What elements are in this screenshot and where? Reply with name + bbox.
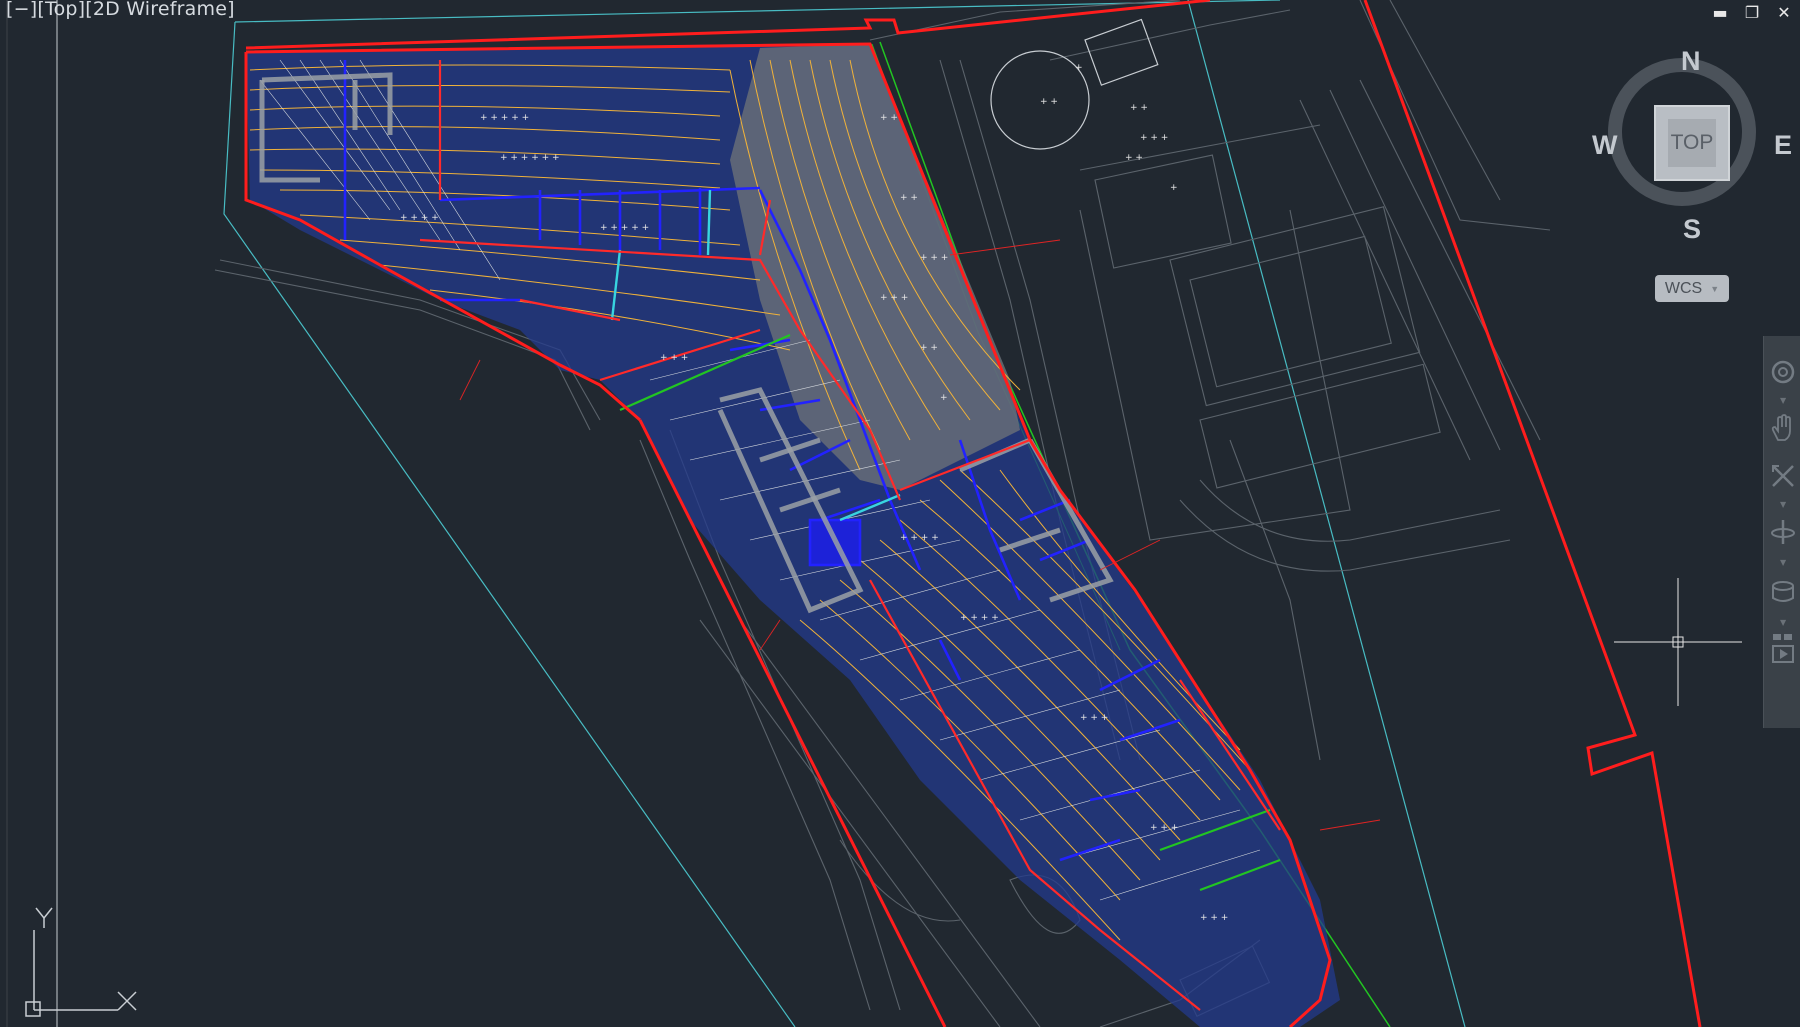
compass-west[interactable]: W xyxy=(1592,130,1617,161)
svg-text:+ +: + + xyxy=(1040,97,1058,107)
svg-text:+ + +: + + + xyxy=(1200,913,1228,923)
ucs-menu-label: WCS xyxy=(1664,279,1703,297)
viewcube-top-face[interactable]: TOP xyxy=(1654,105,1730,181)
crosshair-cursor xyxy=(1614,578,1742,706)
svg-text:+ + + +: + + + + xyxy=(400,213,439,223)
svg-text:+: + xyxy=(1170,183,1178,193)
chevron-down-icon[interactable]: ▼ xyxy=(1780,618,1788,627)
chevron-down-icon[interactable]: ▼ xyxy=(1780,500,1788,509)
pan-icon[interactable] xyxy=(1768,410,1798,446)
svg-text:+ +: + + xyxy=(1125,153,1143,163)
steering-wheel-icon[interactable] xyxy=(1768,354,1798,390)
square-feature xyxy=(1084,18,1159,86)
ucs-menu-button[interactable]: WCS ▼ xyxy=(1655,275,1729,302)
svg-text:+ +: + + xyxy=(1130,103,1148,113)
window-controls: ▬ ❐ ✕ xyxy=(1704,0,1800,24)
model-viewport[interactable]: + + + + + + + + + + + + + + + + + + + + … xyxy=(0,0,1800,1027)
svg-text:+ + + + + +: + + + + + + xyxy=(500,153,560,163)
svg-text:+ + +: + + + xyxy=(660,353,688,363)
close-button[interactable]: ✕ xyxy=(1768,0,1800,24)
svg-text:+: + xyxy=(940,393,948,403)
navigation-bar[interactable]: ▼ ▼ ▼ ▼ xyxy=(1763,336,1800,728)
svg-text:+ + + + +: + + + + + xyxy=(600,223,649,233)
chevron-down-icon: ▼ xyxy=(1710,283,1720,294)
zoom-extents-icon[interactable] xyxy=(1768,458,1798,494)
compass-east[interactable]: E xyxy=(1774,130,1792,161)
chevron-down-icon[interactable]: ▼ xyxy=(1780,558,1788,567)
drawing-canvas[interactable]: + + + + + + + + + + + + + + + + + + + + … xyxy=(0,0,1800,1027)
svg-text:+ + + +: + + + + xyxy=(960,613,999,623)
svg-text:+ + +: + + + xyxy=(1150,823,1178,833)
svg-text:+ +: + + xyxy=(900,193,918,203)
svg-text:+ + +: + + + xyxy=(1140,133,1168,143)
svg-text:+ + + +: + + + + xyxy=(900,533,939,543)
svg-text:+: + xyxy=(1075,63,1083,73)
view-controls-menu[interactable]: [Top] xyxy=(37,0,85,20)
orbit-cylinder-icon[interactable] xyxy=(1768,574,1798,610)
minimize-button[interactable]: ▬ xyxy=(1704,0,1736,24)
viewcube-face-label: TOP xyxy=(1670,131,1714,154)
restore-button[interactable]: ❐ xyxy=(1736,0,1768,24)
svg-text:+ +: + + xyxy=(920,343,938,353)
viewport-controls-menu[interactable]: − xyxy=(14,0,30,20)
svg-text:+ +: + + xyxy=(880,113,898,123)
ucs-icon xyxy=(25,907,137,1017)
viewport-controls-label: [−][Top][2D Wireframe] xyxy=(6,0,235,20)
compass-south[interactable]: S xyxy=(1683,214,1701,245)
svg-text:+ + + + +: + + + + + xyxy=(480,113,529,123)
svg-text:+ + +: + + + xyxy=(1080,713,1108,723)
viewcube[interactable]: N S E W TOP xyxy=(1592,42,1792,245)
chevron-down-icon[interactable]: ▼ xyxy=(1780,396,1788,405)
svg-text:+ + +: + + + xyxy=(880,293,908,303)
viewport-bracket-open: [ xyxy=(6,0,14,20)
visual-style-menu[interactable]: [2D Wireframe] xyxy=(85,0,234,20)
showmotion-icon[interactable] xyxy=(1768,634,1798,670)
svg-text:+ + +: + + + xyxy=(920,253,948,263)
orbit-icon[interactable] xyxy=(1768,514,1798,550)
compass-north[interactable]: N xyxy=(1681,46,1701,77)
